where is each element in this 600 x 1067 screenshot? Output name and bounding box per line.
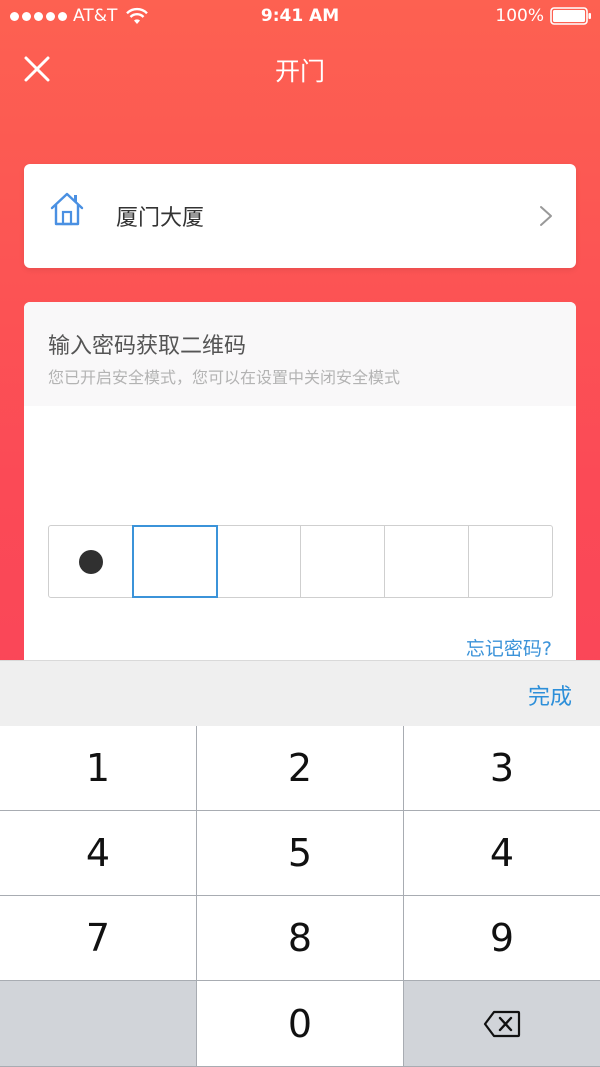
numeric-keypad: 1 2 3 4 5 4 7 8 9 0	[0, 726, 600, 1067]
key-label: 3	[489, 746, 515, 790]
key-4[interactable]: 4	[404, 811, 600, 896]
key-label: 4	[85, 831, 111, 875]
backspace-key[interactable]	[404, 981, 600, 1067]
building-selector[interactable]: 厦门大厦	[24, 164, 576, 268]
status-left: AT&T	[10, 6, 149, 26]
forgot-password-link[interactable]: 忘记密码?	[466, 634, 552, 661]
key-3[interactable]: 3	[404, 726, 600, 811]
key-label: 2	[287, 746, 313, 790]
key-4[interactable]: 4	[0, 811, 197, 896]
wifi-icon	[126, 7, 149, 24]
chevron-right-icon	[540, 206, 552, 226]
pin-box[interactable]	[217, 526, 301, 597]
key-label: 5	[287, 831, 313, 875]
key-1[interactable]: 1	[0, 726, 197, 811]
pin-input[interactable]	[48, 525, 553, 598]
done-button[interactable]: 完成	[528, 679, 572, 711]
status-bar: AT&T 9:41 AM 100%	[0, 0, 600, 34]
key-label: 1	[85, 746, 111, 790]
carrier-label: AT&T	[73, 6, 118, 26]
key-label: 4	[489, 831, 515, 875]
battery-icon	[550, 7, 591, 25]
status-right: 100%	[495, 6, 592, 26]
key-9[interactable]: 9	[404, 896, 600, 981]
pin-box[interactable]	[49, 526, 133, 597]
pin-box[interactable]	[469, 526, 552, 597]
battery-percent: 100%	[495, 6, 544, 26]
password-subtitle: 您已开启安全模式，您可以在设置中关闭安全模式	[48, 368, 401, 387]
pin-box[interactable]	[385, 526, 469, 597]
pin-box[interactable]	[301, 526, 385, 597]
close-icon	[24, 56, 50, 82]
key-label: 8	[287, 916, 313, 960]
key-5[interactable]: 5	[197, 811, 404, 896]
key-label: 0	[287, 1001, 313, 1046]
key-0[interactable]: 0	[197, 981, 404, 1067]
building-name: 厦门大厦	[116, 206, 205, 231]
key-label: 7	[85, 916, 111, 960]
close-button[interactable]	[20, 52, 54, 86]
key-2[interactable]: 2	[197, 726, 404, 811]
key-8[interactable]: 8	[197, 896, 404, 981]
screen: AT&T 9:41 AM 100% 开门 厦门大厦 输入密码获取二维码 您已开启…	[0, 0, 600, 1067]
password-card: 输入密码获取二维码 您已开启安全模式，您可以在设置中关闭安全模式 忘记密码?	[24, 302, 576, 702]
signal-dots-icon	[10, 11, 67, 21]
page-title: 开门	[274, 57, 325, 86]
pin-box[interactable]	[132, 525, 218, 598]
pin-dot	[78, 549, 103, 574]
nav-bar: 开门	[0, 40, 600, 100]
password-card-header: 输入密码获取二维码 您已开启安全模式，您可以在设置中关闭安全模式	[24, 302, 576, 406]
key-7[interactable]: 7	[0, 896, 197, 981]
house-icon	[50, 192, 84, 226]
blank-key	[0, 981, 197, 1067]
backspace-icon	[483, 1010, 521, 1037]
keyboard-toolbar: 完成	[0, 660, 600, 726]
password-title: 输入密码获取二维码	[48, 334, 247, 359]
key-label: 9	[489, 916, 515, 960]
